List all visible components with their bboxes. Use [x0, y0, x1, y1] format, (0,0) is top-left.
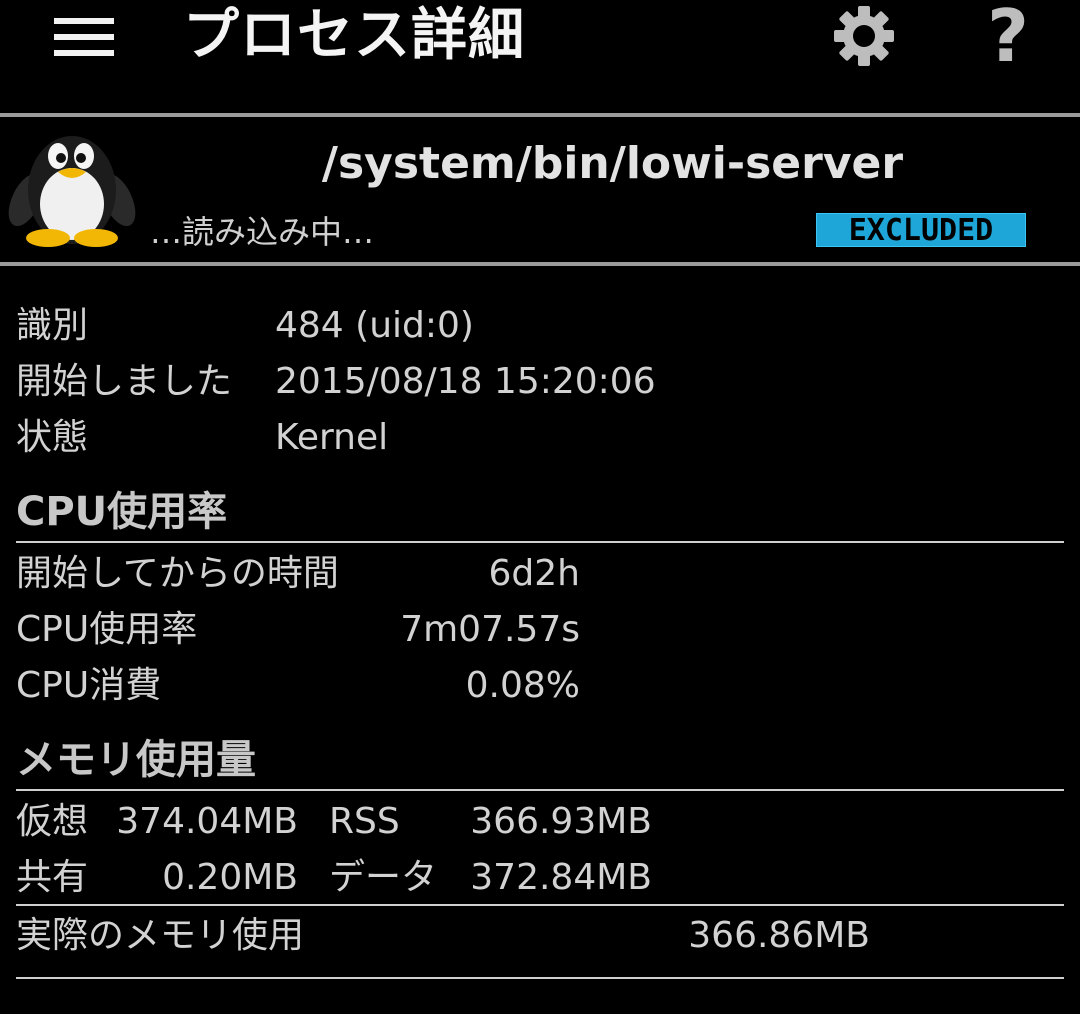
- excluded-badge: EXCLUDED: [816, 213, 1026, 248]
- actual-memory-value: 366.86MB: [688, 915, 870, 956]
- id-label: 識別: [16, 305, 89, 346]
- id-value: 484 (uid:0): [275, 305, 474, 346]
- memory-section-title: メモリ使用量: [16, 737, 256, 783]
- process-name: /system/bin/lowi-server: [321, 138, 904, 189]
- virtual-label: 仮想: [16, 801, 89, 842]
- page-title: プロセス詳細: [183, 3, 525, 68]
- hamburger-menu-icon-bar: [54, 50, 114, 56]
- data-label: データ: [329, 857, 438, 898]
- cpu-consume-label: CPU消費: [16, 665, 162, 706]
- divider: [0, 113, 1080, 117]
- actual-memory-label: 実際のメモリ使用: [16, 915, 305, 956]
- hamburger-menu-icon-bar: [54, 34, 114, 40]
- shared-label: 共有: [16, 857, 89, 898]
- cpu-usage-value: 7m07.57s: [400, 609, 580, 650]
- virtual-value: 374.04MB: [116, 801, 298, 842]
- uptime-value: 6d2h: [488, 553, 580, 594]
- started-value: 2015/08/18 15:20:06: [275, 361, 656, 402]
- settings-button[interactable]: [826, 0, 902, 72]
- state-value: Kernel: [275, 417, 389, 458]
- cpu-consume-value: 0.08%: [465, 665, 580, 706]
- cpu-section-title: CPU使用率: [16, 489, 228, 535]
- memory-section-divider: [16, 789, 1064, 791]
- divider: [0, 262, 1080, 266]
- uptime-label: 開始してからの時間: [16, 553, 339, 594]
- rss-label: RSS: [329, 801, 400, 842]
- gear-icon: [834, 6, 894, 66]
- hamburger-menu-icon: [54, 18, 114, 24]
- memory-divider: [16, 904, 1064, 906]
- menu-button[interactable]: [40, 8, 128, 64]
- loading-text: …読み込み中…: [150, 213, 375, 251]
- state-label: 状態: [16, 417, 89, 458]
- bottom-divider: [16, 977, 1064, 979]
- shared-value: 0.20MB: [162, 857, 298, 898]
- started-label: 開始しました: [16, 361, 233, 402]
- rss-value: 366.93MB: [470, 801, 652, 842]
- data-value: 372.84MB: [470, 857, 652, 898]
- tux-penguin-icon: [8, 122, 136, 248]
- cpu-section-divider: [16, 541, 1064, 543]
- cpu-usage-label: CPU使用率: [16, 609, 198, 650]
- help-button[interactable]: ?: [970, 0, 1046, 72]
